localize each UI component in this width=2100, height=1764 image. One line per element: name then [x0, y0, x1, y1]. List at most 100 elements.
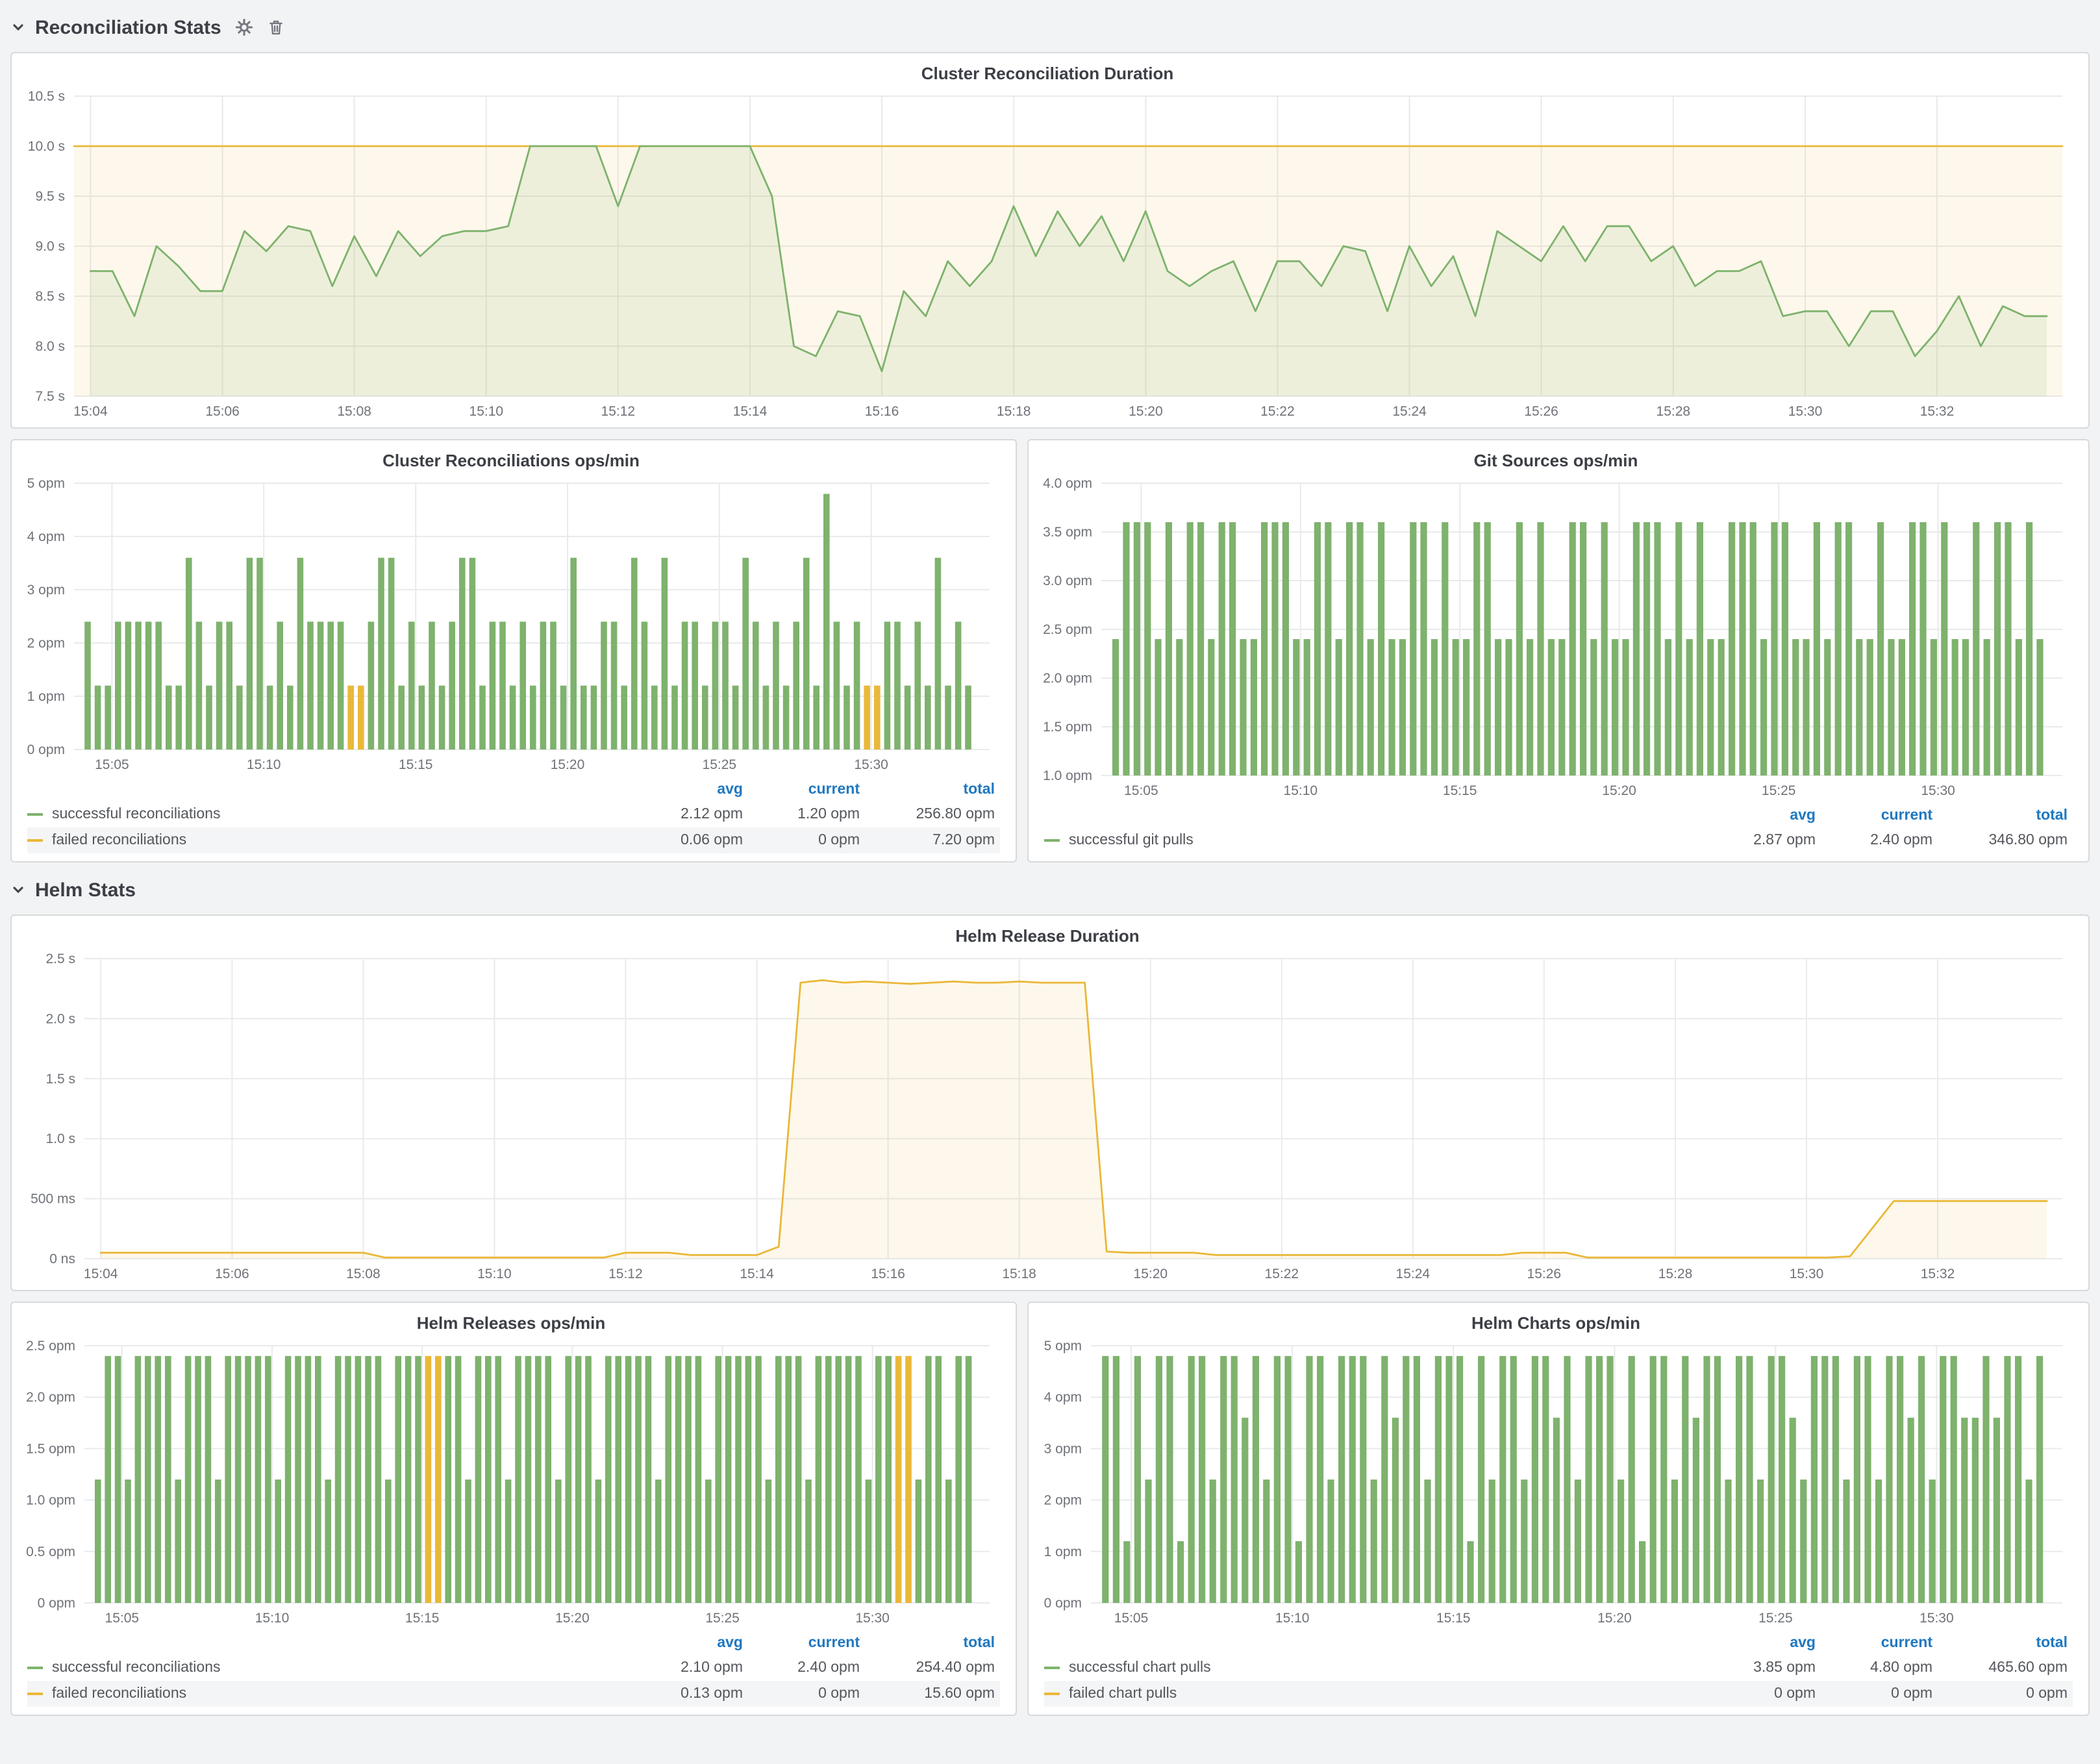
svg-text:15:10: 15:10 — [477, 1266, 512, 1281]
panel-title[interactable]: Helm Release Duration — [17, 921, 2078, 948]
svg-text:9.0 s: 9.0 s — [35, 239, 65, 254]
svg-text:15:18: 15:18 — [1002, 1266, 1036, 1281]
chevron-down-icon[interactable] — [10, 882, 26, 898]
legend-series-toggle[interactable]: successful git pulls — [1044, 833, 1704, 848]
legend-total-value: 0 opm — [1938, 1686, 2073, 1702]
svg-text:7.5 s: 7.5 s — [35, 389, 65, 404]
svg-text:15:28: 15:28 — [1658, 1266, 1693, 1281]
section-header-reconciliation-stats: Reconciliation Stats — [10, 10, 2090, 44]
legend-series-toggle[interactable]: failed reconciliations — [27, 1686, 631, 1702]
legend-item: successful git pulls 2.87 opm 2.40 opm 3… — [1044, 827, 2073, 853]
svg-text:0.5 opm: 0.5 opm — [26, 1544, 75, 1559]
legend-series-toggle[interactable]: successful chart pulls — [1044, 1660, 1704, 1676]
series-swatch-icon — [1044, 839, 1060, 842]
cluster-reconciliation-duration-chart[interactable]: 7.5 s8.0 s8.5 s9.0 s9.5 s10.0 s10.5 s15:… — [17, 86, 2078, 422]
helm-charts-opm-chart[interactable]: 0 opm1 opm2 opm3 opm4 opm5 opm15:0515:10… — [1034, 1335, 2078, 1629]
git-sources-opm-chart[interactable]: 1.0 opm1.5 opm2.0 opm2.5 opm3.0 opm3.5 o… — [1034, 473, 2078, 801]
legend-sort-total[interactable]: total — [865, 1635, 1000, 1651]
panel-title[interactable]: Helm Releases ops/min — [17, 1308, 1005, 1335]
legend-sort-current[interactable]: current — [748, 782, 865, 798]
legend-total-value: 346.80 opm — [1938, 833, 2073, 848]
panel-title[interactable]: Cluster Reconciliations ops/min — [17, 446, 1005, 473]
svg-text:15:26: 15:26 — [1527, 1266, 1562, 1281]
legend-label: successful chart pulls — [1069, 1660, 1211, 1676]
legend-sort-current[interactable]: current — [748, 1635, 865, 1651]
svg-text:4 opm: 4 opm — [1044, 1390, 1082, 1405]
legend-sort-avg[interactable]: avg — [631, 1635, 748, 1651]
panel-cluster-reconciliation-duration: Cluster Reconciliation Duration 7.5 s8.0… — [10, 52, 2090, 429]
legend-series-toggle[interactable]: failed reconciliations — [27, 833, 631, 848]
svg-text:15:10: 15:10 — [1284, 783, 1318, 798]
svg-text:15:15: 15:15 — [405, 1611, 440, 1626]
trash-icon[interactable] — [268, 18, 285, 36]
legend-current-value: 2.40 opm — [748, 1660, 865, 1676]
svg-text:15:30: 15:30 — [855, 1611, 890, 1626]
svg-text:1 opm: 1 opm — [1044, 1544, 1082, 1559]
legend-item: failed reconciliations 0.13 opm 0 opm 15… — [27, 1681, 1000, 1707]
svg-text:2 opm: 2 opm — [1044, 1493, 1082, 1508]
panel-git-sources-opm: Git Sources ops/min 1.0 opm1.5 opm2.0 op… — [1027, 439, 2090, 863]
svg-text:15:05: 15:05 — [95, 757, 129, 772]
svg-text:15:05: 15:05 — [1124, 783, 1158, 798]
svg-text:15:20: 15:20 — [551, 757, 585, 772]
svg-text:15:20: 15:20 — [1597, 1611, 1632, 1626]
svg-text:15:32: 15:32 — [1920, 404, 1955, 419]
legend-current-value: 0 opm — [748, 833, 865, 848]
svg-text:15:10: 15:10 — [1275, 1611, 1310, 1626]
legend-sort-total[interactable]: total — [865, 782, 1000, 798]
svg-text:15:12: 15:12 — [601, 404, 636, 419]
legend-avg-value: 2.87 opm — [1704, 833, 1821, 848]
legend-avg-value: 0.06 opm — [631, 833, 748, 848]
svg-text:1 opm: 1 opm — [27, 689, 65, 704]
svg-text:15:22: 15:22 — [1265, 1266, 1299, 1281]
legend-avg-value: 2.10 opm — [631, 1660, 748, 1676]
legend-sort-total[interactable]: total — [1938, 808, 2073, 824]
series-swatch-icon — [1044, 1693, 1060, 1695]
chevron-down-icon[interactable] — [10, 19, 26, 35]
legend-total-value: 465.60 opm — [1938, 1660, 2073, 1676]
legend-sort-avg[interactable]: avg — [631, 782, 748, 798]
section-title-reconciliation[interactable]: Reconciliation Stats — [35, 16, 221, 38]
panel-title[interactable]: Git Sources ops/min — [1034, 446, 2078, 473]
svg-text:2 opm: 2 opm — [27, 636, 65, 651]
svg-text:1.5 opm: 1.5 opm — [26, 1441, 75, 1456]
panel-title[interactable]: Cluster Reconciliation Duration — [17, 58, 2078, 86]
panel-title[interactable]: Helm Charts ops/min — [1034, 1308, 2078, 1335]
legend: avg current total successful git pulls 2… — [1034, 801, 2078, 856]
svg-text:15:30: 15:30 — [1790, 1266, 1824, 1281]
helm-releases-opm-chart[interactable]: 0 opm0.5 opm1.0 opm1.5 opm2.0 opm2.5 opm… — [17, 1335, 1005, 1629]
svg-text:15:30: 15:30 — [854, 757, 888, 772]
legend-series-toggle[interactable]: successful reconciliations — [27, 807, 631, 822]
svg-text:15:12: 15:12 — [608, 1266, 643, 1281]
svg-text:15:20: 15:20 — [555, 1611, 590, 1626]
legend-sort-avg[interactable]: avg — [1704, 808, 1821, 824]
svg-text:3 opm: 3 opm — [27, 583, 65, 598]
section-title-helm[interactable]: Helm Stats — [35, 879, 136, 901]
svg-text:4.0 opm: 4.0 opm — [1043, 476, 1092, 491]
legend-sort-total[interactable]: total — [1938, 1635, 2073, 1651]
legend-sort-avg[interactable]: avg — [1704, 1635, 1821, 1651]
svg-text:1.5 s: 1.5 s — [45, 1072, 75, 1087]
svg-text:15:22: 15:22 — [1260, 404, 1295, 419]
series-swatch-icon — [27, 813, 43, 816]
legend-label: failed reconciliations — [52, 833, 186, 848]
legend-sort-current[interactable]: current — [1821, 1635, 1938, 1651]
legend: avg current total successful reconciliat… — [17, 775, 1005, 856]
legend-total-value: 7.20 opm — [865, 833, 1000, 848]
svg-text:8.5 s: 8.5 s — [35, 289, 65, 304]
svg-text:15:16: 15:16 — [871, 1266, 905, 1281]
cluster-reconciliations-opm-chart[interactable]: 0 opm1 opm2 opm3 opm4 opm5 opm15:0515:10… — [17, 473, 1005, 775]
svg-text:15:15: 15:15 — [1436, 1611, 1471, 1626]
legend-item: failed reconciliations 0.06 opm 0 opm 7.… — [27, 827, 1000, 853]
legend-label: failed chart pulls — [1069, 1686, 1177, 1702]
legend: avg current total successful reconciliat… — [17, 1629, 1005, 1709]
svg-text:2.5 opm: 2.5 opm — [26, 1339, 75, 1354]
svg-text:15:28: 15:28 — [1656, 404, 1691, 419]
svg-text:5 opm: 5 opm — [1044, 1339, 1082, 1354]
helm-release-duration-chart[interactable]: 0 ns500 ms1.0 s1.5 s2.0 s2.5 s15:0415:06… — [17, 948, 2078, 1285]
legend-series-toggle[interactable]: successful reconciliations — [27, 1660, 631, 1676]
legend-sort-current[interactable]: current — [1821, 808, 1938, 824]
legend-header-row: avg current total — [1044, 1632, 2073, 1655]
legend-series-toggle[interactable]: failed chart pulls — [1044, 1686, 1704, 1702]
gear-icon[interactable] — [236, 18, 254, 36]
